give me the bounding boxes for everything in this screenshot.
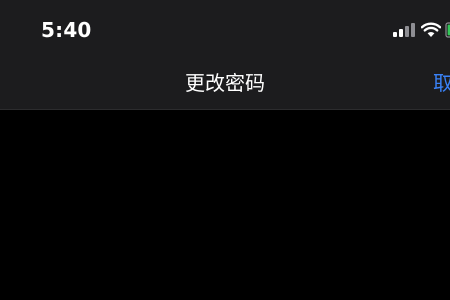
status-bar: 5:40 (0, 0, 450, 58)
cancel-button[interactable]: 取消 (433, 70, 450, 96)
battery-icon (445, 22, 450, 38)
status-time: 5:40 (41, 18, 92, 42)
cellular-signal-icon (393, 23, 415, 37)
change-password-screen: 5:40 更改密码 取 (0, 0, 450, 300)
page-title: 更改密码 (185, 71, 265, 95)
navigation-bar: 更改密码 取消 (0, 58, 450, 110)
content-area (0, 111, 450, 300)
status-icons (390, 21, 450, 39)
wifi-icon (421, 22, 441, 37)
header-area: 5:40 更改密码 取 (0, 0, 450, 110)
